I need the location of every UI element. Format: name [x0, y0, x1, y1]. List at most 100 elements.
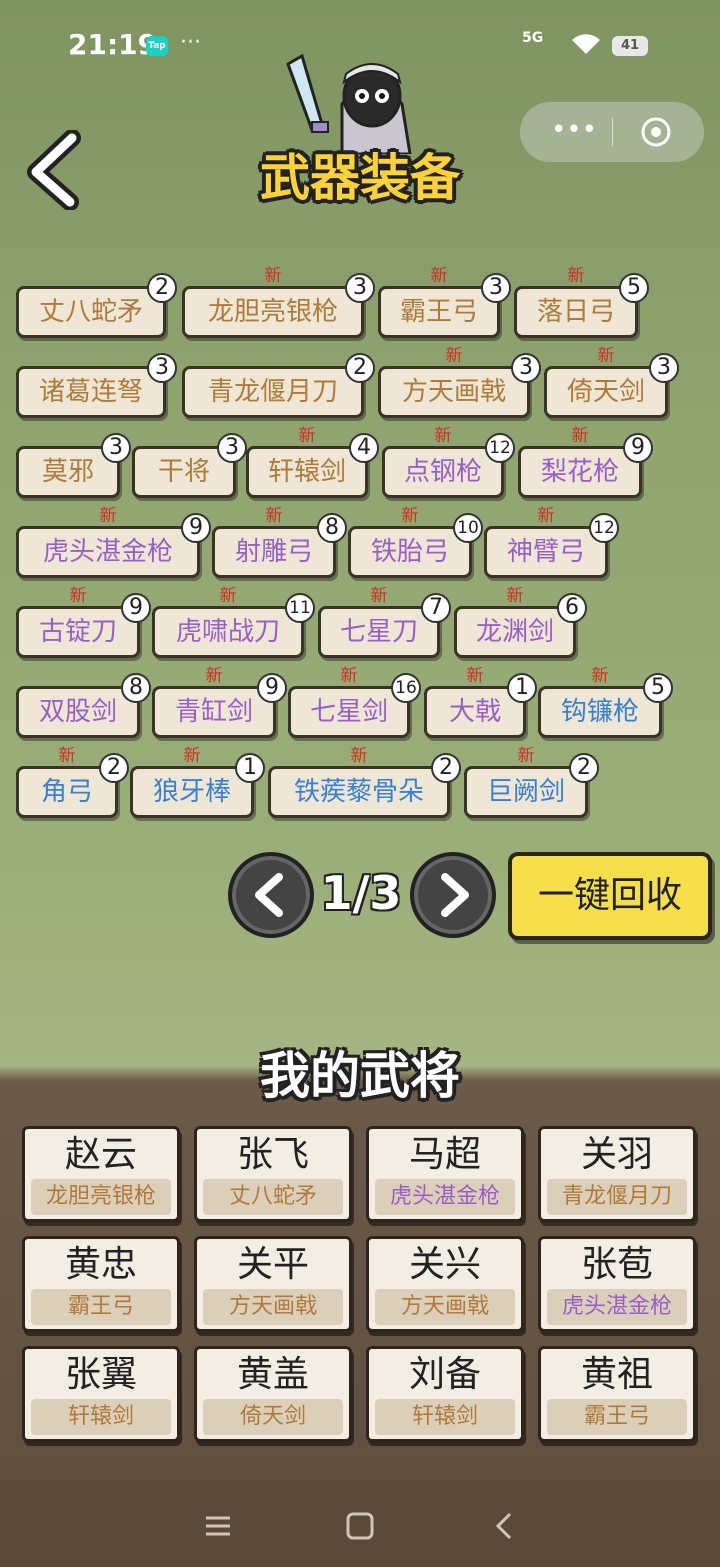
more-notifications-icon: ··· [180, 30, 201, 55]
general-weapon: 方天画戟 [375, 1289, 515, 1325]
weapon-item[interactable]: 新霸王弓 3 [378, 267, 511, 338]
weapon-count: 4 [349, 433, 379, 463]
weapon-name: 古锭刀 [38, 617, 117, 647]
weapon-item[interactable]: 新虎啸战刀 11 [152, 587, 315, 658]
system-nav-bar [0, 1480, 720, 1567]
weapon-count: 2 [345, 353, 375, 383]
weapon-name: 神臂弓 [506, 537, 585, 567]
general-name: 黄忠 [64, 1244, 137, 1285]
general-card[interactable]: 关羽 青龙偃月刀 [538, 1126, 696, 1222]
general-card[interactable]: 马超 虎头湛金枪 [366, 1126, 524, 1222]
general-name: 黄祖 [580, 1354, 653, 1395]
chevron-left-icon [27, 129, 81, 211]
weapon-name: 角弓 [40, 777, 93, 807]
new-badge: 新 [537, 506, 555, 526]
weapon-count: 10 [453, 513, 483, 543]
weapon-item[interactable]: 新方天画戟 3 [378, 347, 541, 418]
weapon-item[interactable]: 新狼牙棒 1 [130, 747, 265, 818]
new-badge: 新 [298, 426, 316, 446]
general-weapon: 丈八蛇矛 [203, 1179, 343, 1215]
weapon-item[interactable]: 新点钢枪 12 [382, 427, 515, 498]
weapon-item[interactable]: 新七星剑 16 [288, 667, 421, 738]
weapon-item[interactable]: 新青缸剑 9 [152, 667, 287, 738]
general-name: 张翼 [64, 1354, 137, 1395]
weapon-item[interactable]: 新轩辕剑 4 [246, 427, 379, 498]
new-badge: 新 [205, 666, 223, 686]
weapon-item[interactable]: 新龙渊剑 6 [454, 587, 587, 658]
home-icon[interactable] [340, 1506, 380, 1546]
prev-page-button[interactable] [228, 852, 314, 938]
new-badge: 新 [434, 426, 452, 446]
weapon-count: 1 [235, 753, 265, 783]
weapon-item[interactable]: 新铁蒺藜骨朵 2 [268, 747, 461, 818]
more-menu-button[interactable]: ••• [544, 114, 604, 150]
weapon-count: 2 [147, 273, 177, 303]
weapon-item[interactable]: 新梨花枪 9 [518, 427, 653, 498]
general-weapon: 方天画戟 [203, 1289, 343, 1325]
weapon-item[interactable]: 新龙胆亮银枪 3 [182, 267, 375, 338]
weapon-count: 16 [391, 673, 421, 703]
new-badge: 新 [591, 666, 609, 686]
weapon-item[interactable]: 新大戟 1 [424, 667, 537, 738]
weapon-item[interactable]: 丈八蛇矛 2 [16, 273, 177, 338]
weapon-item[interactable]: 新落日弓 5 [514, 267, 649, 338]
menu-icon[interactable] [198, 1506, 238, 1546]
weapon-item[interactable]: 诸葛连弩 3 [16, 353, 177, 418]
weapon-item[interactable]: 干将 3 [132, 433, 247, 498]
general-card[interactable]: 赵云 龙胆亮银枪 [22, 1126, 180, 1222]
weapon-item[interactable]: 新角弓 2 [16, 747, 129, 818]
weapon-item[interactable]: 新虎头湛金枪 9 [16, 507, 211, 578]
weapon-name: 丈八蛇矛 [38, 297, 143, 327]
general-weapon: 霸王弓 [31, 1289, 171, 1325]
chevron-left-icon [255, 873, 283, 917]
new-badge: 新 [58, 746, 76, 766]
general-weapon: 轩辕剑 [375, 1399, 515, 1435]
weapon-item[interactable]: 新巨阙剑 2 [464, 747, 599, 818]
weapon-name: 方天画戟 [401, 377, 506, 407]
weapon-count: 9 [121, 593, 151, 623]
new-badge: 新 [517, 746, 535, 766]
generals-title: 我的武将 [260, 1047, 460, 1105]
weapon-count: 3 [101, 433, 131, 463]
back-nav-icon[interactable] [484, 1506, 524, 1546]
new-badge: 新 [401, 506, 419, 526]
general-name: 张苞 [580, 1244, 653, 1285]
next-page-button[interactable] [410, 852, 496, 938]
weapon-count: 3 [345, 273, 375, 303]
weapon-item[interactable]: 新七星刀 7 [318, 587, 451, 658]
weapon-count: 1 [507, 673, 537, 703]
general-card[interactable]: 黄忠 霸王弓 [22, 1236, 180, 1332]
recycle-all-button[interactable]: 一键回收 [508, 852, 712, 940]
general-card[interactable]: 张飞 丈八蛇矛 [194, 1126, 352, 1222]
weapon-item[interactable]: 双股剑 8 [16, 673, 151, 738]
weapon-name: 射雕弓 [234, 537, 313, 567]
weapon-count: 5 [643, 673, 673, 703]
page-indicator: 1/3 [320, 866, 402, 920]
weapon-item[interactable]: 新古锭刀 9 [16, 587, 151, 658]
general-card[interactable]: 黄祖 霸王弓 [538, 1346, 696, 1442]
general-card[interactable]: 刘备 轩辕剑 [366, 1346, 524, 1442]
signal-icon: 5G [522, 30, 544, 46]
general-card[interactable]: 张翼 轩辕剑 [22, 1346, 180, 1442]
weapon-item[interactable]: 新倚天剑 3 [544, 347, 679, 418]
weapon-item[interactable]: 新铁胎弓 10 [348, 507, 483, 578]
general-card[interactable]: 关平 方天画戟 [194, 1236, 352, 1332]
weapon-name: 干将 [157, 457, 210, 487]
clock: 21:19 [68, 28, 158, 61]
general-name: 马超 [408, 1134, 481, 1175]
weapon-item[interactable]: 新钩镰枪 5 [538, 667, 673, 738]
weapon-item[interactable]: 青龙偃月刀 2 [182, 353, 375, 418]
back-button[interactable] [22, 129, 92, 211]
general-card[interactable]: 张苞 虎头湛金枪 [538, 1236, 696, 1332]
close-miniapp-button[interactable] [640, 116, 672, 148]
weapon-count: 3 [481, 273, 511, 303]
general-card[interactable]: 关兴 方天画戟 [366, 1236, 524, 1332]
weapon-item[interactable]: 新神臂弓 12 [484, 507, 619, 578]
weapon-item[interactable]: 新射雕弓 8 [212, 507, 347, 578]
weapon-name: 青龙偃月刀 [207, 377, 338, 407]
new-badge: 新 [69, 586, 87, 606]
weapon-item[interactable]: 莫邪 3 [16, 433, 131, 498]
weapon-count: 3 [147, 353, 177, 383]
weapon-count: 2 [569, 753, 599, 783]
general-card[interactable]: 黄盖 倚天剑 [194, 1346, 352, 1442]
